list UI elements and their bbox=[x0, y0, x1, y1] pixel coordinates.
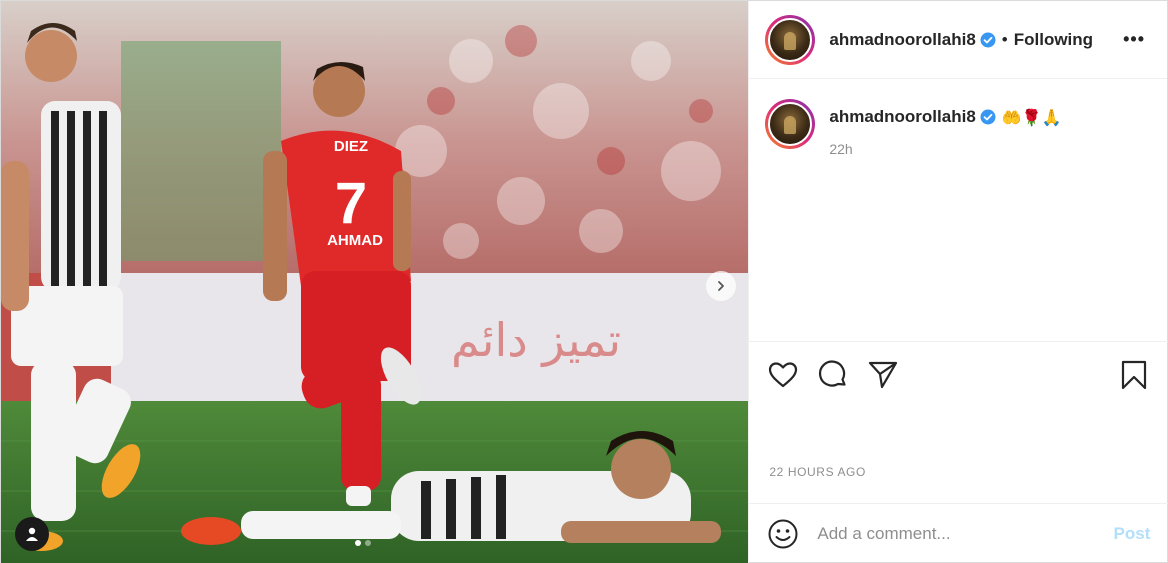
emoji-icon[interactable] bbox=[767, 518, 799, 550]
instagram-post: تميز دائم DIEZ 7 AHMAD ahmadnoorollahi8 … bbox=[0, 0, 1168, 563]
comment-icon[interactable] bbox=[817, 359, 849, 391]
heart-icon[interactable] bbox=[767, 359, 799, 391]
comment-box: Post bbox=[749, 503, 1168, 563]
verified-badge-icon bbox=[980, 109, 996, 125]
banner-text: تميز دائم bbox=[451, 313, 621, 368]
caption-line: ahmadnoorollahi8 🤲🌹🙏 bbox=[829, 107, 1061, 127]
caption-text: 🤲🌹🙏 bbox=[1001, 107, 1062, 127]
post-photo: تميز دائم DIEZ 7 AHMAD bbox=[1, 1, 749, 563]
more-options-button[interactable]: ••• bbox=[1123, 29, 1145, 50]
chevron-right-icon bbox=[718, 281, 724, 291]
carousel-indicator bbox=[355, 540, 371, 546]
user-tag-icon bbox=[26, 527, 38, 541]
carousel-next-button[interactable] bbox=[706, 271, 736, 301]
caption-body: ahmadnoorollahi8 🤲🌹🙏 22h bbox=[829, 99, 1061, 157]
header-avatar-ring[interactable] bbox=[765, 14, 816, 65]
post-caption: ahmadnoorollahi8 🤲🌹🙏 22h bbox=[749, 79, 1167, 157]
caption-avatar[interactable] bbox=[768, 102, 813, 146]
header-separator: • bbox=[1001, 29, 1008, 49]
caption-username[interactable]: ahmadnoorollahi8 bbox=[829, 107, 975, 127]
comment-input[interactable] bbox=[817, 524, 1098, 544]
carousel-dot-active bbox=[355, 540, 361, 546]
share-icon[interactable] bbox=[867, 359, 899, 391]
following-button[interactable]: Following bbox=[1014, 30, 1093, 50]
post-sidebar: ahmadnoorollahi8 • Following ••• ahmadno… bbox=[748, 1, 1168, 563]
tagged-users-button[interactable] bbox=[15, 517, 49, 551]
post-timestamp[interactable]: 22 HOURS AGO bbox=[769, 465, 866, 479]
post-comment-button[interactable]: Post bbox=[1114, 524, 1151, 544]
carousel-dot bbox=[365, 540, 371, 546]
jersey-name: DIEZ bbox=[334, 138, 368, 155]
jersey-number: 7 bbox=[335, 171, 367, 236]
post-header: ahmadnoorollahi8 • Following ••• bbox=[749, 1, 1167, 79]
avatar[interactable] bbox=[768, 17, 813, 62]
bookmark-icon[interactable] bbox=[1118, 359, 1150, 391]
header-username[interactable]: ahmadnoorollahi8 bbox=[829, 30, 975, 50]
jersey-back-name: AHMAD bbox=[327, 232, 383, 249]
caption-avatar-ring[interactable] bbox=[765, 99, 816, 149]
post-actions bbox=[749, 341, 1168, 407]
post-media[interactable]: تميز دائم DIEZ 7 AHMAD bbox=[1, 1, 749, 563]
caption-timestamp[interactable]: 22h bbox=[829, 141, 1061, 157]
verified-badge-icon bbox=[980, 32, 996, 47]
